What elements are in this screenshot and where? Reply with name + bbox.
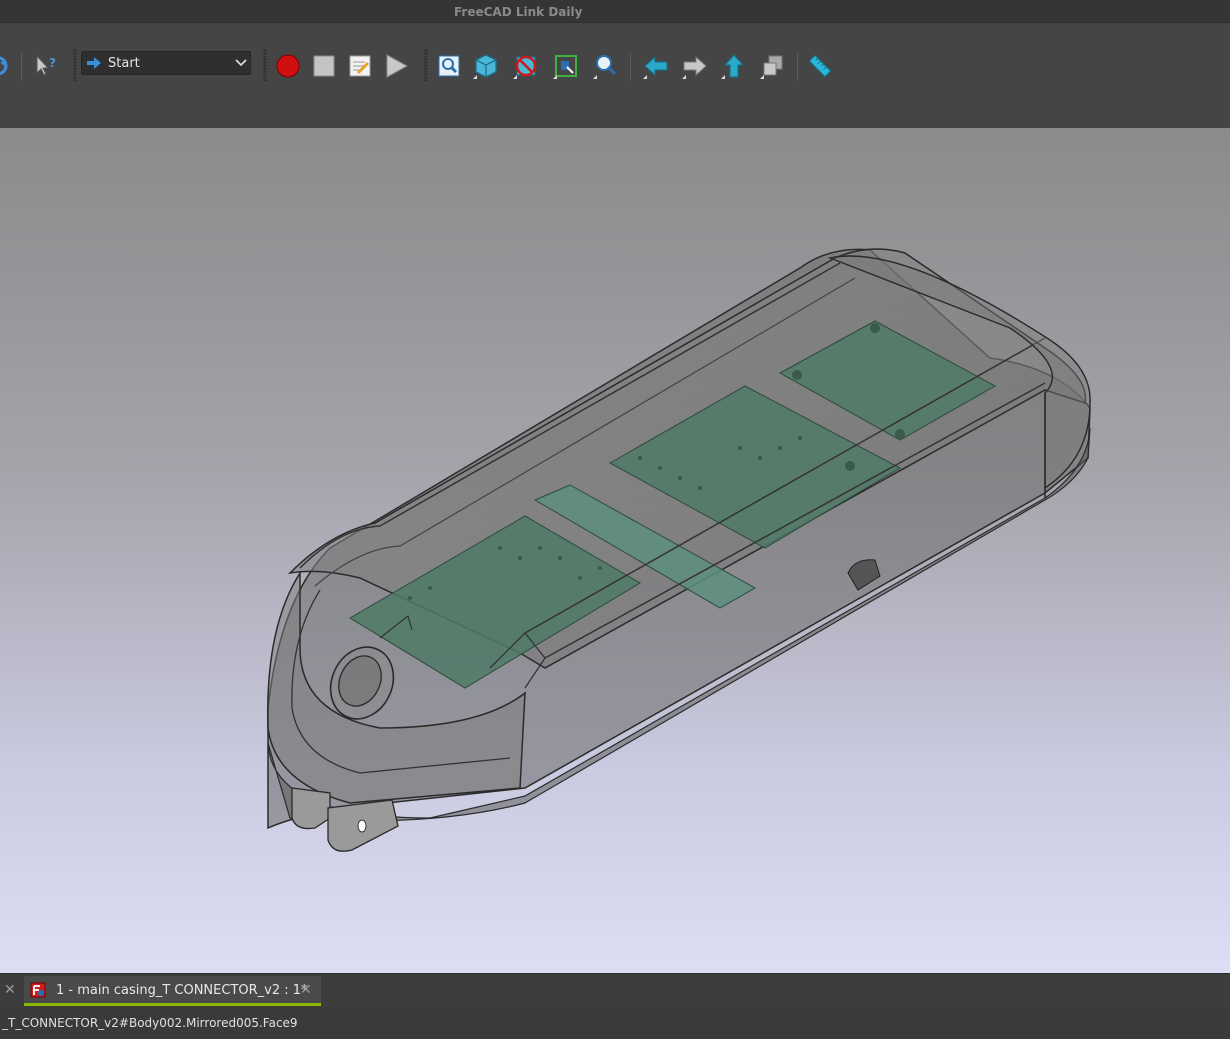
draw-style-icon bbox=[513, 55, 537, 79]
isometric-icon bbox=[473, 54, 497, 79]
macro-edit-icon bbox=[349, 55, 371, 77]
up-button[interactable] bbox=[718, 51, 750, 81]
fit-all-button[interactable] bbox=[433, 51, 465, 81]
tab-main-casing[interactable]: 1 - main casing_T CONNECTOR_v2 : 1* ✕ bbox=[24, 976, 321, 1006]
3d-viewport[interactable] bbox=[0, 128, 1230, 973]
main-toolbar: ? Start bbox=[0, 23, 1230, 128]
arrow-left-icon bbox=[643, 55, 668, 79]
workbench-selector[interactable]: Start bbox=[81, 51, 251, 75]
toolbar-separator bbox=[630, 53, 631, 81]
bounding-box-button[interactable] bbox=[550, 51, 582, 81]
macro-run-button[interactable] bbox=[380, 51, 412, 81]
link-nav-icon bbox=[760, 55, 783, 79]
fit-selection-icon bbox=[593, 55, 617, 79]
title-bar: FreeCAD Link Daily bbox=[0, 0, 1230, 23]
fit-all-icon bbox=[438, 55, 460, 77]
close-icon[interactable]: ✕ bbox=[4, 982, 16, 998]
workbench-selector-value: Start bbox=[108, 55, 140, 71]
whats-this-button[interactable]: ? bbox=[29, 51, 61, 81]
svg-text:?: ? bbox=[49, 56, 56, 70]
3d-model[interactable] bbox=[0, 128, 1230, 973]
bounding-box-icon bbox=[553, 55, 577, 79]
forward-button[interactable] bbox=[679, 51, 711, 81]
toolbar-grip[interactable] bbox=[73, 49, 77, 81]
toolbar-separator bbox=[797, 53, 798, 81]
arrow-right-icon bbox=[682, 55, 707, 79]
macro-stop-button[interactable] bbox=[308, 51, 340, 81]
refresh-icon bbox=[0, 56, 8, 75]
casing-model bbox=[267, 248, 1091, 852]
fit-selection-button[interactable] bbox=[590, 51, 622, 81]
status-bar: _T_CONNECTOR_v2#Body002.Mirrored005.Face… bbox=[0, 1007, 1230, 1039]
whats-this-icon: ? bbox=[36, 54, 56, 76]
measure-button[interactable] bbox=[804, 51, 836, 81]
stop-icon bbox=[313, 55, 335, 77]
link-nav-button[interactable] bbox=[757, 51, 789, 81]
refresh-button[interactable] bbox=[0, 51, 14, 81]
toolbar-grip[interactable] bbox=[263, 49, 267, 81]
toolbar-grip[interactable] bbox=[424, 49, 428, 81]
macro-record-button[interactable] bbox=[272, 51, 304, 81]
toolbar-separator bbox=[21, 53, 22, 81]
workbench-arrow-icon bbox=[87, 57, 101, 69]
close-icon[interactable]: ✕ bbox=[300, 982, 312, 998]
back-button[interactable] bbox=[640, 51, 672, 81]
chevron-down-icon[interactable] bbox=[232, 52, 250, 74]
window-title: FreeCAD Link Daily bbox=[454, 5, 583, 19]
ruler-icon bbox=[808, 54, 832, 78]
macro-edit-button[interactable] bbox=[344, 51, 376, 81]
freecad-doc-icon bbox=[30, 982, 46, 998]
document-tab-bar: ✕ 1 - main casing_T CONNECTOR_v2 : 1* ✕ bbox=[0, 973, 1230, 1008]
draw-style-button[interactable] bbox=[510, 51, 542, 81]
record-icon bbox=[276, 54, 300, 78]
status-text: _T_CONNECTOR_v2#Body002.Mirrored005.Face… bbox=[2, 1016, 298, 1030]
tab-label: 1 - main casing_T CONNECTOR_v2 : 1* bbox=[56, 983, 308, 998]
arrow-up-icon bbox=[721, 54, 745, 79]
play-icon bbox=[386, 54, 409, 78]
view-cube-button[interactable] bbox=[470, 51, 502, 81]
